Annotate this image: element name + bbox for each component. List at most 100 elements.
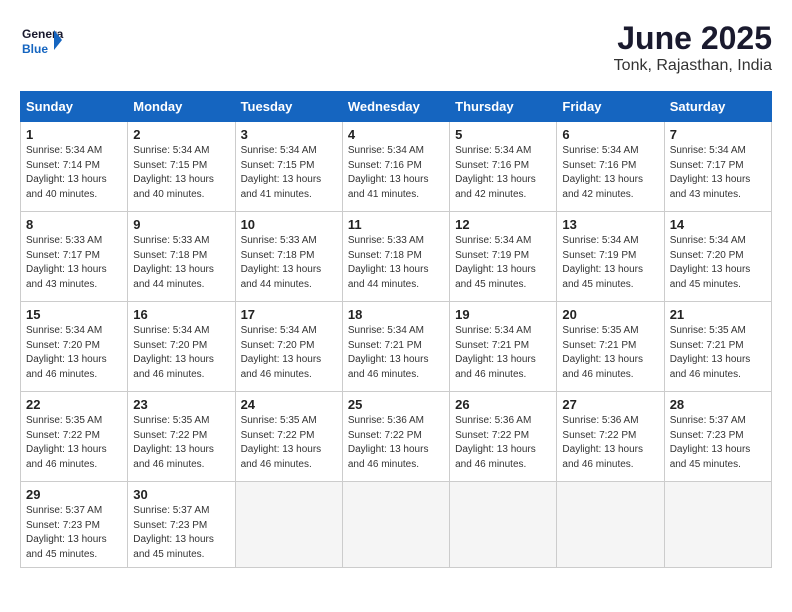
day-info: Sunrise: 5:34 AMSunset: 7:16 PMDaylight:… [348,144,444,202]
day-number: 15 [26,307,122,322]
col-friday: Friday [557,92,664,122]
table-row: 7 Sunrise: 5:34 AMSunset: 7:17 PMDayligh… [664,122,771,212]
table-row: 20 Sunrise: 5:35 AMSunset: 7:21 PMDaylig… [557,302,664,392]
table-row: 30 Sunrise: 5:37 AMSunset: 7:23 PMDaylig… [128,482,235,568]
day-number: 24 [241,397,337,412]
title-block: June 2025 Tonk, Rajasthan, India [614,20,772,75]
table-row: 17 Sunrise: 5:34 AMSunset: 7:20 PMDaylig… [235,302,342,392]
logo-svg: General Blue [20,20,64,64]
day-info: Sunrise: 5:34 AMSunset: 7:21 PMDaylight:… [348,324,444,382]
table-row: 3 Sunrise: 5:34 AMSunset: 7:15 PMDayligh… [235,122,342,212]
col-monday: Monday [128,92,235,122]
table-row: 12 Sunrise: 5:34 AMSunset: 7:19 PMDaylig… [450,212,557,302]
day-number: 20 [562,307,658,322]
day-number: 2 [133,127,229,142]
day-info: Sunrise: 5:35 AMSunset: 7:22 PMDaylight:… [241,414,337,472]
day-number: 19 [455,307,551,322]
day-info: Sunrise: 5:36 AMSunset: 7:22 PMDaylight:… [348,414,444,472]
day-number: 4 [348,127,444,142]
day-info: Sunrise: 5:36 AMSunset: 7:22 PMDaylight:… [562,414,658,472]
table-row: 14 Sunrise: 5:34 AMSunset: 7:20 PMDaylig… [664,212,771,302]
day-number: 25 [348,397,444,412]
day-number: 10 [241,217,337,232]
day-info: Sunrise: 5:33 AMSunset: 7:17 PMDaylight:… [26,234,122,292]
day-info: Sunrise: 5:34 AMSunset: 7:19 PMDaylight:… [455,234,551,292]
day-info: Sunrise: 5:37 AMSunset: 7:23 PMDaylight:… [133,504,229,562]
day-info: Sunrise: 5:34 AMSunset: 7:19 PMDaylight:… [562,234,658,292]
calendar-table: Sunday Monday Tuesday Wednesday Thursday… [20,91,772,568]
table-row: 19 Sunrise: 5:34 AMSunset: 7:21 PMDaylig… [450,302,557,392]
day-number: 6 [562,127,658,142]
day-number: 1 [26,127,122,142]
table-row: 28 Sunrise: 5:37 AMSunset: 7:23 PMDaylig… [664,392,771,482]
month-title: June 2025 [614,20,772,57]
col-sunday: Sunday [21,92,128,122]
day-info: Sunrise: 5:33 AMSunset: 7:18 PMDaylight:… [348,234,444,292]
day-info: Sunrise: 5:34 AMSunset: 7:20 PMDaylight:… [26,324,122,382]
table-row: 9 Sunrise: 5:33 AMSunset: 7:18 PMDayligh… [128,212,235,302]
empty-cell [557,482,664,568]
table-row: 23 Sunrise: 5:35 AMSunset: 7:22 PMDaylig… [128,392,235,482]
day-number: 5 [455,127,551,142]
table-row: 4 Sunrise: 5:34 AMSunset: 7:16 PMDayligh… [342,122,449,212]
table-row: 15 Sunrise: 5:34 AMSunset: 7:20 PMDaylig… [21,302,128,392]
svg-text:Blue: Blue [22,42,48,56]
day-info: Sunrise: 5:34 AMSunset: 7:16 PMDaylight:… [455,144,551,202]
table-row: 13 Sunrise: 5:34 AMSunset: 7:19 PMDaylig… [557,212,664,302]
day-info: Sunrise: 5:37 AMSunset: 7:23 PMDaylight:… [670,414,766,472]
logo: General Blue [20,20,64,64]
day-number: 29 [26,487,122,502]
day-number: 13 [562,217,658,232]
day-number: 26 [455,397,551,412]
col-thursday: Thursday [450,92,557,122]
day-info: Sunrise: 5:35 AMSunset: 7:21 PMDaylight:… [670,324,766,382]
day-number: 11 [348,217,444,232]
col-tuesday: Tuesday [235,92,342,122]
day-info: Sunrise: 5:34 AMSunset: 7:14 PMDaylight:… [26,144,122,202]
day-info: Sunrise: 5:34 AMSunset: 7:20 PMDaylight:… [133,324,229,382]
table-row: 16 Sunrise: 5:34 AMSunset: 7:20 PMDaylig… [128,302,235,392]
day-number: 14 [670,217,766,232]
header-row: Sunday Monday Tuesday Wednesday Thursday… [21,92,772,122]
day-number: 30 [133,487,229,502]
day-info: Sunrise: 5:37 AMSunset: 7:23 PMDaylight:… [26,504,122,562]
day-info: Sunrise: 5:34 AMSunset: 7:21 PMDaylight:… [455,324,551,382]
empty-cell [664,482,771,568]
week-row: 15 Sunrise: 5:34 AMSunset: 7:20 PMDaylig… [21,302,772,392]
day-info: Sunrise: 5:34 AMSunset: 7:20 PMDaylight:… [670,234,766,292]
day-info: Sunrise: 5:35 AMSunset: 7:22 PMDaylight:… [26,414,122,472]
table-row: 11 Sunrise: 5:33 AMSunset: 7:18 PMDaylig… [342,212,449,302]
page-header: General Blue June 2025 Tonk, Rajasthan, … [20,20,772,75]
day-info: Sunrise: 5:34 AMSunset: 7:17 PMDaylight:… [670,144,766,202]
table-row: 5 Sunrise: 5:34 AMSunset: 7:16 PMDayligh… [450,122,557,212]
table-row: 2 Sunrise: 5:34 AMSunset: 7:15 PMDayligh… [128,122,235,212]
day-info: Sunrise: 5:34 AMSunset: 7:16 PMDaylight:… [562,144,658,202]
day-number: 22 [26,397,122,412]
week-row: 1 Sunrise: 5:34 AMSunset: 7:14 PMDayligh… [21,122,772,212]
table-row: 26 Sunrise: 5:36 AMSunset: 7:22 PMDaylig… [450,392,557,482]
day-number: 8 [26,217,122,232]
table-row: 25 Sunrise: 5:36 AMSunset: 7:22 PMDaylig… [342,392,449,482]
day-number: 17 [241,307,337,322]
table-row: 8 Sunrise: 5:33 AMSunset: 7:17 PMDayligh… [21,212,128,302]
table-row: 10 Sunrise: 5:33 AMSunset: 7:18 PMDaylig… [235,212,342,302]
empty-cell [342,482,449,568]
day-info: Sunrise: 5:34 AMSunset: 7:15 PMDaylight:… [241,144,337,202]
week-row: 29 Sunrise: 5:37 AMSunset: 7:23 PMDaylig… [21,482,772,568]
col-wednesday: Wednesday [342,92,449,122]
table-row: 18 Sunrise: 5:34 AMSunset: 7:21 PMDaylig… [342,302,449,392]
day-number: 16 [133,307,229,322]
week-row: 8 Sunrise: 5:33 AMSunset: 7:17 PMDayligh… [21,212,772,302]
day-number: 9 [133,217,229,232]
day-info: Sunrise: 5:34 AMSunset: 7:15 PMDaylight:… [133,144,229,202]
day-number: 21 [670,307,766,322]
day-info: Sunrise: 5:33 AMSunset: 7:18 PMDaylight:… [241,234,337,292]
day-number: 18 [348,307,444,322]
table-row: 21 Sunrise: 5:35 AMSunset: 7:21 PMDaylig… [664,302,771,392]
empty-cell [235,482,342,568]
day-info: Sunrise: 5:35 AMSunset: 7:22 PMDaylight:… [133,414,229,472]
day-info: Sunrise: 5:34 AMSunset: 7:20 PMDaylight:… [241,324,337,382]
week-row: 22 Sunrise: 5:35 AMSunset: 7:22 PMDaylig… [21,392,772,482]
table-row: 22 Sunrise: 5:35 AMSunset: 7:22 PMDaylig… [21,392,128,482]
table-row: 6 Sunrise: 5:34 AMSunset: 7:16 PMDayligh… [557,122,664,212]
